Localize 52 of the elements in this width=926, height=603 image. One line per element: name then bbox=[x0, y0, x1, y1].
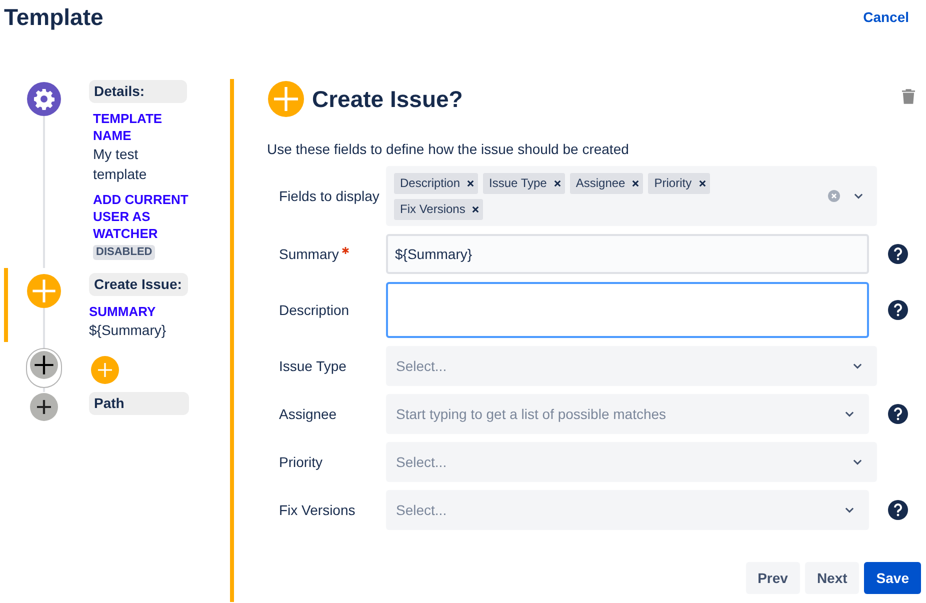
status-badge: DISABLED bbox=[93, 245, 156, 260]
chevron-down-icon[interactable] bbox=[854, 193, 863, 199]
multi-select-field[interactable]: Description Issue Type Assignee Priority Fix Versions bbox=[386, 166, 877, 226]
gear-icon[interactable] bbox=[26, 82, 60, 116]
field-label: Fields to display bbox=[279, 188, 380, 204]
remove-icon[interactable] bbox=[632, 180, 640, 186]
field-name: ADD CURRENT USER AS WATCHER bbox=[92, 191, 190, 242]
step-label[interactable]: Details: bbox=[89, 80, 187, 103]
field-label: Issue Type bbox=[279, 358, 346, 374]
field-label: Priority bbox=[279, 454, 323, 470]
plus-icon bbox=[268, 81, 304, 117]
field-value: My test template bbox=[92, 145, 148, 184]
field-label: Summary bbox=[279, 246, 339, 262]
page-title: Template bbox=[4, 2, 104, 32]
remove-icon[interactable] bbox=[472, 206, 480, 212]
field-label: Assignee bbox=[279, 406, 337, 422]
field-name: SUMMARY bbox=[89, 303, 157, 320]
tag-label: Assignee bbox=[576, 175, 626, 192]
help-icon[interactable] bbox=[888, 244, 908, 264]
remove-icon[interactable] bbox=[467, 180, 474, 186]
action-button[interactable]: Next bbox=[804, 562, 860, 594]
help-icon[interactable] bbox=[888, 300, 908, 320]
tag-label: Fix Versions bbox=[400, 201, 466, 218]
plus-icon bbox=[98, 363, 112, 377]
chevron-down-icon bbox=[853, 459, 862, 465]
step-label[interactable]: Path bbox=[89, 392, 189, 415]
field-label: Fix Versions bbox=[279, 502, 356, 518]
help-icon[interactable] bbox=[888, 500, 908, 520]
chevron-down-icon bbox=[853, 363, 862, 369]
cancel-link[interactable]: Cancel bbox=[863, 6, 909, 28]
tag-label: Issue Type bbox=[489, 175, 547, 192]
intro-text: Use these fields to define how the issue should be created bbox=[267, 140, 630, 159]
text-field[interactable]: ${Summary} bbox=[386, 234, 869, 274]
plus-icon[interactable] bbox=[26, 348, 62, 388]
field-label: Description bbox=[279, 302, 350, 318]
remove-icon[interactable] bbox=[554, 180, 561, 186]
chevron-down-icon bbox=[845, 411, 854, 417]
remove-icon[interactable] bbox=[698, 180, 706, 186]
tag-label: Description bbox=[400, 175, 460, 192]
help-icon[interactable] bbox=[888, 404, 908, 424]
plus-icon[interactable] bbox=[30, 393, 58, 421]
action-button[interactable]: Save bbox=[864, 562, 921, 594]
step-label[interactable]: Create Issue: bbox=[89, 273, 188, 296]
text-area[interactable] bbox=[386, 282, 869, 338]
field-value: ${Summary} bbox=[89, 321, 168, 340]
chevron-down-icon bbox=[845, 507, 854, 513]
tag-label: Priority bbox=[654, 175, 692, 192]
trash-icon[interactable] bbox=[902, 88, 915, 104]
action-button[interactable]: Prev bbox=[746, 562, 800, 594]
required-icon bbox=[342, 246, 349, 254]
field-name: TEMPLATE NAME bbox=[92, 110, 164, 144]
section-heading: Create Issue? bbox=[312, 84, 463, 114]
